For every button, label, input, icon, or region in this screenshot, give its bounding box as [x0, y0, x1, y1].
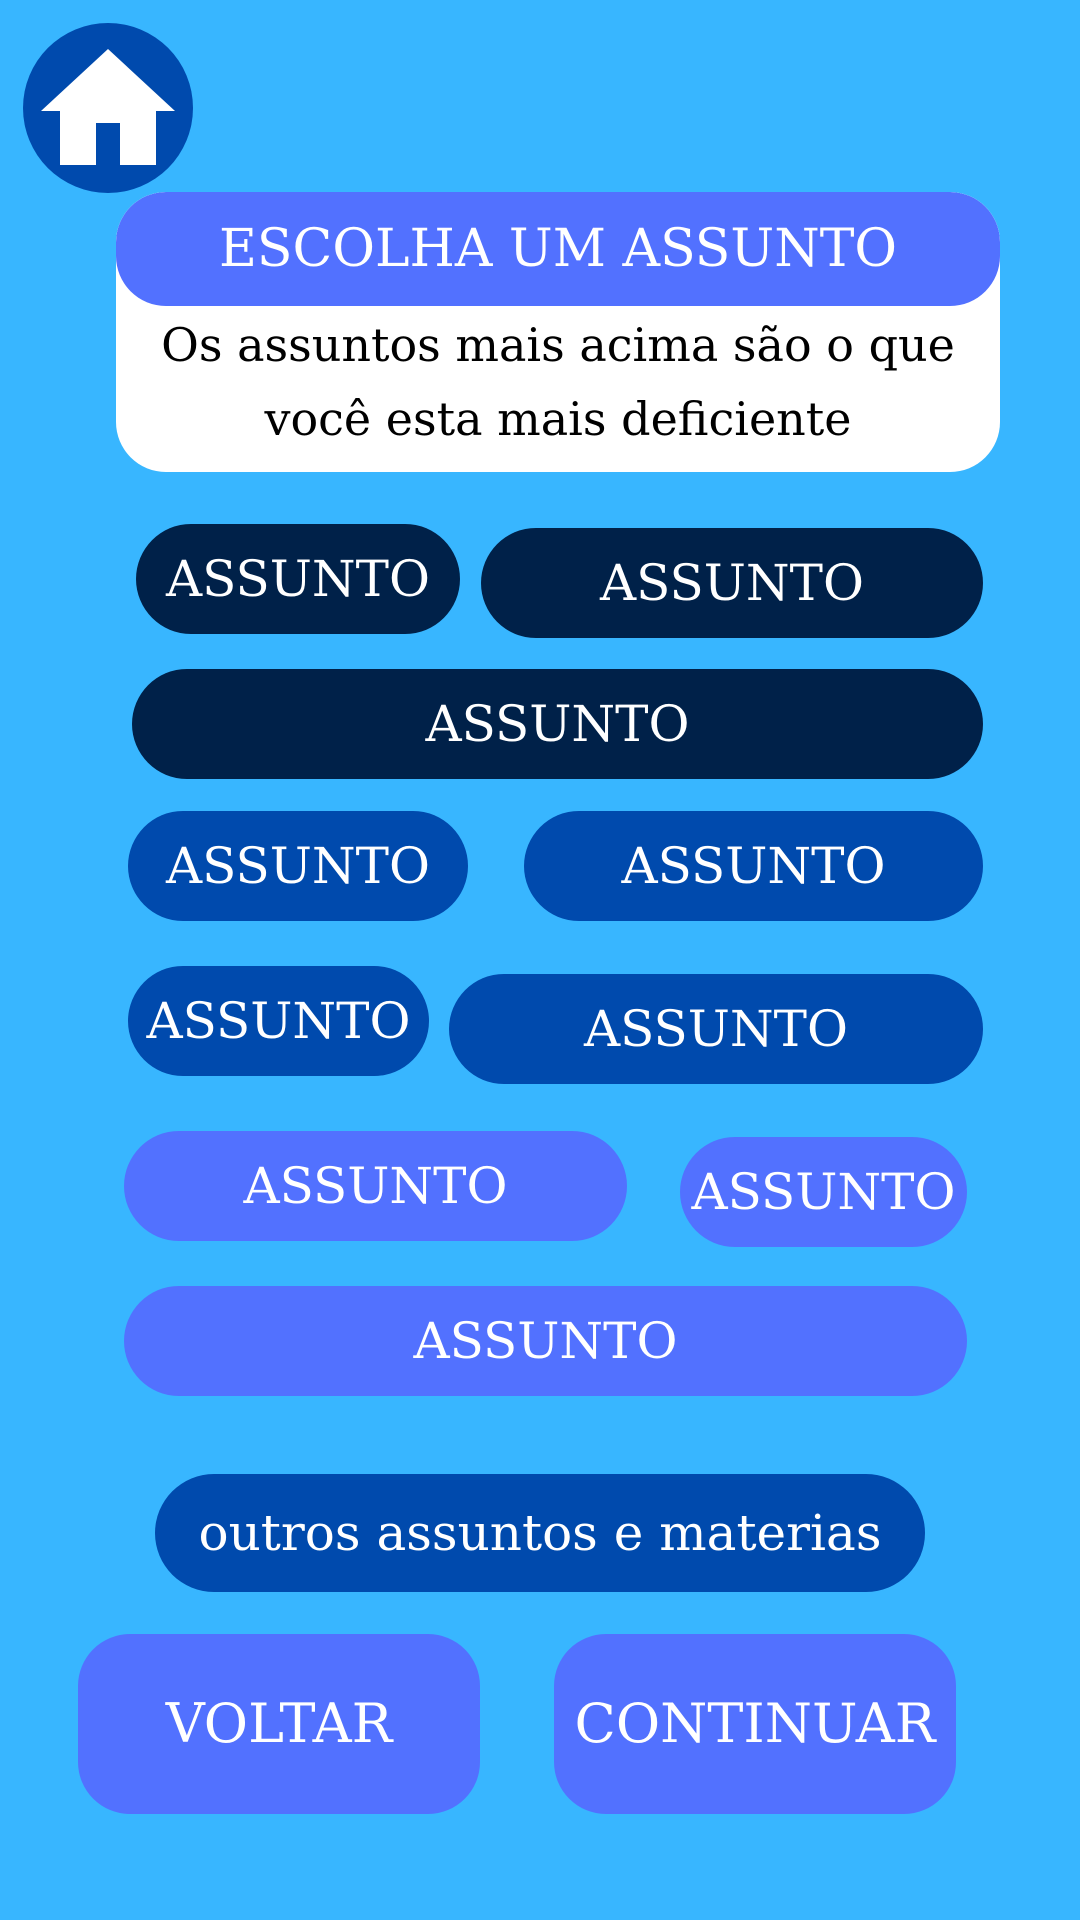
subject-button[interactable]: ASSUNTO: [136, 524, 460, 634]
subject-button[interactable]: ASSUNTO: [449, 974, 983, 1084]
continue-button[interactable]: CONTINUAR: [554, 1634, 956, 1814]
subject-button[interactable]: ASSUNTO: [680, 1137, 967, 1247]
home-button[interactable]: [23, 23, 193, 193]
back-button[interactable]: VOLTAR: [78, 1634, 480, 1814]
page-subtitle: Os assuntos mais acima são o que você es…: [161, 318, 955, 446]
subject-button[interactable]: ASSUNTO: [132, 669, 983, 779]
subject-button[interactable]: ASSUNTO: [524, 811, 983, 921]
header-card: ESCOLHA UM ASSUNTO Os assuntos mais acim…: [116, 192, 1000, 472]
subject-button[interactable]: ASSUNTO: [124, 1286, 967, 1396]
subject-button[interactable]: ASSUNTO: [481, 528, 983, 638]
subject-button[interactable]: ASSUNTO: [128, 811, 468, 921]
home-icon: [41, 49, 175, 165]
subject-button[interactable]: ASSUNTO: [128, 966, 429, 1076]
page-title: ESCOLHA UM ASSUNTO: [116, 192, 1000, 306]
other-subjects-button[interactable]: outros assuntos e materias: [155, 1474, 925, 1592]
subject-button[interactable]: ASSUNTO: [124, 1131, 627, 1241]
